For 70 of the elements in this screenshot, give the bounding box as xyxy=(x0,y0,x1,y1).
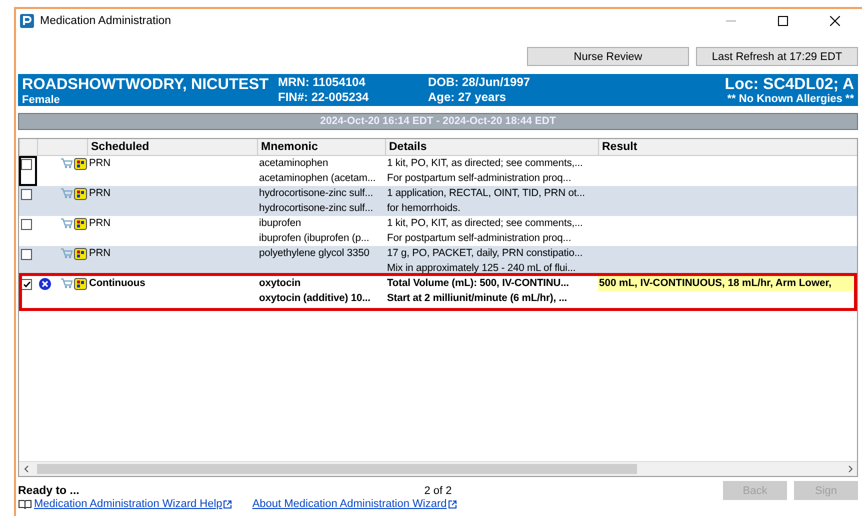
patient-sex: Female xyxy=(22,94,61,106)
table-cell-text: 1 kit, PO, KIT, as directed; see comments,... xyxy=(386,157,584,171)
about-link[interactable]: About Medication Administration Wizard xyxy=(252,498,457,510)
external-link-icon[interactable] xyxy=(448,500,457,508)
table-cell-text: 17 g, PO, PACKET, daily, PRN constipatio... xyxy=(386,247,584,261)
table-cell-text: acetaminophen xyxy=(258,157,330,171)
horizontal-scrollbar[interactable] xyxy=(19,461,857,476)
patient-name: ROADSHOWTWODRY, NICUTEST xyxy=(22,74,270,94)
cart-icon xyxy=(60,188,73,199)
status-message: Ready to ... xyxy=(18,484,80,496)
cart-icon xyxy=(60,218,73,229)
app-logo-icon xyxy=(20,14,34,28)
table-cell-text: PRN xyxy=(88,217,112,231)
location-label: Loc: SC4DL02; A xyxy=(724,76,854,92)
review-button[interactable]: Nurse Review xyxy=(527,47,689,66)
row-checkbox[interactable] xyxy=(21,159,32,170)
table-cell-text: PRN xyxy=(88,157,112,171)
help-link[interactable]: Medication Administration Wizard Help xyxy=(34,498,232,510)
row-checkbox[interactable] xyxy=(21,219,32,230)
close-icon[interactable] xyxy=(830,16,840,26)
book-icon xyxy=(18,498,32,510)
table-cell-text: PRN xyxy=(88,187,112,201)
refresh-button[interactable]: Last Refresh at 17:29 EDT xyxy=(696,47,858,66)
scroll-left-icon[interactable] xyxy=(23,465,31,473)
table-cell-text: hydrocortisone-zinc sulf... xyxy=(258,187,374,201)
cart-icon xyxy=(60,278,73,289)
order-icon xyxy=(74,158,87,170)
fin-label: FIN#: 22-005234 xyxy=(278,90,370,105)
table-cell-text: PRN xyxy=(88,247,112,261)
age-label: Age: 27 years xyxy=(428,90,508,105)
table-cell-text: For postpartum self-administration proq... xyxy=(386,172,572,186)
table-cell-text: 1 kit, PO, KIT, as directed; see comments,... xyxy=(386,217,584,231)
order-icon xyxy=(74,218,87,230)
table-cell-text: ibuprofen xyxy=(258,217,302,231)
order-icon xyxy=(74,248,87,260)
cancel-icon[interactable] xyxy=(39,278,51,290)
mrn-label: MRN: 11054104 xyxy=(278,75,366,90)
table-cell-text: Start at 2 milliunit/minute (6 mL/hr), ... xyxy=(386,292,568,306)
column-header[interactable]: Details xyxy=(385,139,598,155)
table-cell-text: Continuous xyxy=(88,277,146,291)
table-cell-text: Total Volume (mL): 500, IV-CONTINU... xyxy=(386,277,570,291)
column-header[interactable]: Result xyxy=(598,139,857,155)
table-cell-text: hydrocortisone-zinc sulf... xyxy=(258,202,374,216)
row-checkbox[interactable] xyxy=(21,189,32,200)
external-link-icon[interactable] xyxy=(223,500,232,508)
table-cell-text: 1 application, RECTAL, OINT, TID, PRN ot... xyxy=(386,187,586,201)
column-header[interactable]: Mnemonic xyxy=(257,139,385,155)
row-checkbox[interactable] xyxy=(21,279,32,290)
maximize-icon[interactable] xyxy=(778,16,788,26)
allergies-label: ** No Known Allergies ** xyxy=(727,92,854,104)
column-header[interactable]: Scheduled xyxy=(87,139,257,155)
table-cell-text: for hemorrhoids. xyxy=(386,202,462,216)
page-indicator: 2 of 2 xyxy=(423,484,453,496)
table-cell-text: oxytocin (additive) 10... xyxy=(258,292,372,306)
order-icon xyxy=(74,278,87,290)
table-cell-text: Mix in approximately 125 - 240 mL of flui... xyxy=(386,262,577,276)
scroll-right-icon[interactable] xyxy=(846,465,854,473)
table-cell-text: polyethylene glycol 3350 xyxy=(258,247,370,261)
cart-icon xyxy=(60,158,73,169)
row-checkbox[interactable] xyxy=(21,249,32,260)
order-icon xyxy=(74,188,87,200)
cart-icon xyxy=(60,248,73,259)
dob-label: DOB: 28/Jun/1997 xyxy=(428,75,532,90)
table-cell-text: acetaminophen (acetam... xyxy=(258,172,377,186)
window-title: Medication Administration xyxy=(40,15,172,27)
result-cell: 500 mL, IV-CONTINUOUS, 18 mL/hr, Arm Lower, xyxy=(598,276,853,291)
table-cell-text: oxytocin xyxy=(258,277,302,291)
table-cell-text: For postpartum self-administration proq... xyxy=(386,232,572,246)
table-cell-text: ibuprofen (ibuprofen (p... xyxy=(258,232,370,246)
time-range-bar: 2024-Oct-20 16:14 EDT - 2024-Oct-20 18:44 EDT xyxy=(18,113,858,130)
